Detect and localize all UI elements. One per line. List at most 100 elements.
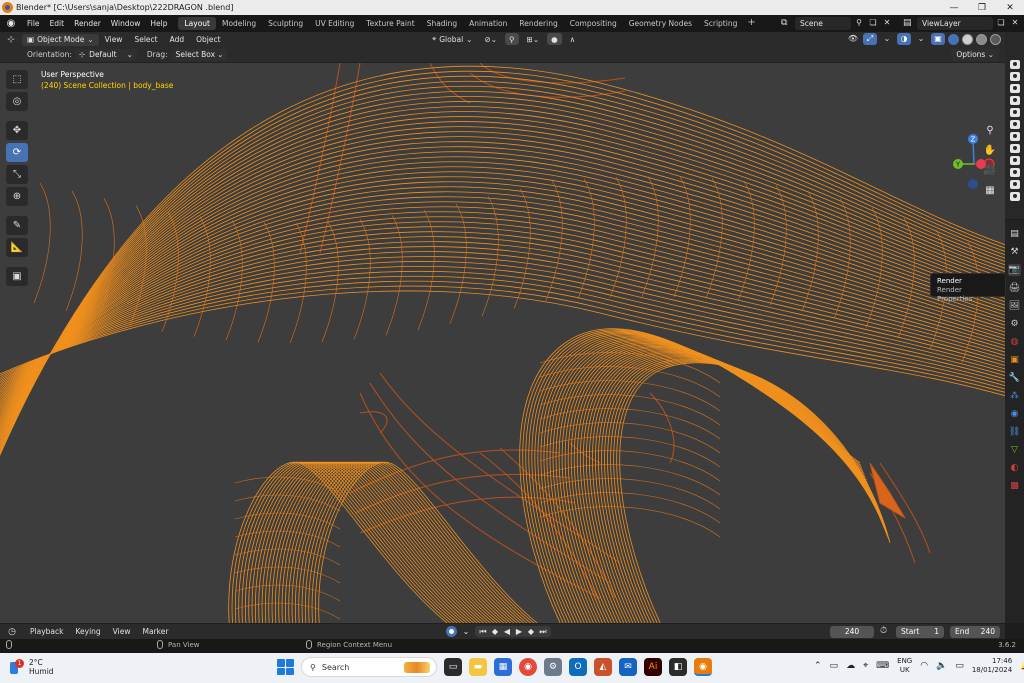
snap-toggle[interactable]: ⚲ [505,33,519,45]
overlay-dropdown[interactable]: ⌄ [914,33,928,45]
rotate-tool-icon[interactable]: ⟳ [6,143,28,162]
drag-dropdown[interactable]: Select Box ⌄ [171,48,228,61]
object-properties-icon[interactable]: ▣ [1008,354,1021,366]
menu-help[interactable]: Help [145,19,172,28]
start-frame-field[interactable]: Start 1 [896,626,944,638]
delete-scene-icon[interactable]: ✕ [881,17,893,29]
measure-tool-icon[interactable]: 📐 [6,238,28,257]
notification-bell-icon[interactable]: 🔔 [1020,661,1024,671]
options-dropdown[interactable]: Options ⌄ [951,49,999,61]
delete-view-layer-icon[interactable]: ✕ [1009,17,1021,29]
menu-playback[interactable]: Playback [24,627,69,636]
show-hidden-icons-chevron-up-icon[interactable]: ⌃ [814,661,822,671]
physics-properties-icon[interactable]: ◉ [1008,408,1021,420]
menu-add[interactable]: Add [164,35,191,44]
render-properties-icon[interactable]: 📷 [1008,264,1021,276]
menu-keying[interactable]: Keying [69,627,106,636]
solid-shading-button[interactable] [962,33,973,45]
sticky-app-icon[interactable]: ◧ [669,658,687,676]
xray-toggle[interactable]: ▣ [931,33,945,45]
overlay-toggle[interactable]: ◑ [897,33,911,45]
tab-uv-editing[interactable]: UV Editing [309,17,360,30]
scene-icon[interactable]: ⧉ [781,18,795,28]
chrome-icon[interactable]: ◉ [519,658,537,676]
minimize-button[interactable]: — [940,0,968,15]
constraint-properties-icon[interactable]: ⛓ [1008,426,1021,438]
snap-target-dropdown[interactable]: ⊞⌄ [523,33,544,45]
modifier-properties-icon[interactable]: 🔧 [1008,372,1021,384]
new-scene-icon[interactable]: ❏ [867,17,879,29]
file-explorer-icon[interactable]: ▬ [469,658,487,676]
menu-marker[interactable]: Marker [136,627,174,636]
tab-animation[interactable]: Animation [463,17,513,30]
gizmo-dropdown[interactable]: ⌄ [880,33,894,45]
camera-visibility-icon[interactable] [1009,72,1020,81]
jump-start-icon[interactable]: ⏮ [477,626,489,637]
3d-viewport[interactable]: User Perspective (240) Scene Collection … [0,63,1005,623]
orientation-dropdown[interactable]: ⊹ Default ⌄ [74,48,137,61]
input-language[interactable]: ENG UK [897,657,912,675]
play-icon[interactable]: ▶ [513,626,525,637]
particle-properties-icon[interactable]: ⁂ [1008,390,1021,402]
microsoft-store-icon[interactable]: ▦ [494,658,512,676]
transform-tool-icon[interactable]: ⊕ [6,187,28,206]
tab-scripting[interactable]: Scripting [698,17,743,30]
menu-timeline-view[interactable]: View [107,627,137,636]
timeline-editor-type-icon[interactable]: ◷ [0,627,24,637]
camera-visibility-icon[interactable] [1009,108,1020,117]
clock-icon[interactable]: ⏱ [880,626,892,636]
transform-orientation-dropdown[interactable]: ⌖ Global ⌄ [428,33,476,45]
camera-visibility-icon[interactable] [1009,192,1020,201]
world-properties-icon[interactable]: ◍ [1008,336,1021,348]
visibility-dropdown[interactable]: 👁 [846,33,860,45]
camera-visibility-icon[interactable] [1009,156,1020,165]
weather-widget[interactable]: 1 2°C Humid [8,658,54,676]
tab-rendering[interactable]: Rendering [513,17,563,30]
jump-end-icon[interactable]: ⏭ [537,626,549,637]
material-properties-icon[interactable]: ◐ [1008,462,1021,474]
maximize-button[interactable]: ❐ [968,0,996,15]
tab-modeling[interactable]: Modeling [216,17,262,30]
move-tool-icon[interactable]: ✥ [6,121,28,140]
zoom-icon[interactable]: ⚲ [981,122,999,139]
pin-scene-icon[interactable]: ⚲ [853,17,865,29]
tray-cloud-icon[interactable]: ☁ [846,661,855,671]
current-frame-field[interactable]: 240 [830,626,874,638]
pivot-point-dropdown[interactable]: ⊘⌄ [480,33,501,45]
wireframe-shading-button[interactable] [948,33,959,45]
camera-visibility-icon[interactable] [1009,132,1020,141]
wifi-icon[interactable]: ◠ [920,661,928,671]
tab-shading[interactable]: Shading [421,17,463,30]
camera-visibility-icon[interactable] [1009,120,1020,129]
task-view-icon[interactable]: ▭ [444,658,462,676]
menu-view[interactable]: View [99,35,129,44]
camera-view-icon[interactable]: 🎥 [981,162,999,179]
auto-keying-record-icon[interactable] [446,626,457,637]
scene-name-field[interactable]: Scene [795,16,851,30]
perspective-grid-icon[interactable]: ▦ [981,182,999,199]
material-shading-button[interactable] [976,33,987,45]
view-layer-name-field[interactable]: ViewLayer [917,16,993,30]
camera-visibility-icon[interactable] [1009,84,1020,93]
play-reverse-icon[interactable]: ◀ [501,626,513,637]
cursor-tool-icon[interactable]: ◎ [6,92,28,111]
tab-compositing[interactable]: Compositing [564,17,623,30]
camera-visibility-icon[interactable] [1009,144,1020,153]
properties-menu-icon[interactable]: ▤ [1008,228,1021,240]
mail-icon[interactable]: ✉ [619,658,637,676]
prev-keyframe-icon[interactable]: ◆ [489,626,501,637]
office-app-icon[interactable]: ◭ [594,658,612,676]
editor-type-icon[interactable]: ⊹ [0,35,22,45]
proportional-editing-toggle[interactable]: ● [547,33,562,45]
rendered-shading-button[interactable] [990,33,1001,45]
pan-hand-icon[interactable]: ✋ [981,142,999,159]
menu-render[interactable]: Render [69,19,106,28]
add-workspace-button[interactable]: + [743,17,759,30]
view-layer-icon[interactable]: ▤ [903,18,917,28]
camera-visibility-icon[interactable] [1009,96,1020,105]
chevron-down-icon[interactable]: ⌄ [460,626,472,637]
blender-menu-icon[interactable]: ◉ [4,18,18,30]
output-properties-icon[interactable]: 🖨 [1008,282,1021,294]
scene-properties-icon[interactable]: ⚙ [1008,318,1021,330]
windows-start-icon[interactable] [276,658,294,676]
